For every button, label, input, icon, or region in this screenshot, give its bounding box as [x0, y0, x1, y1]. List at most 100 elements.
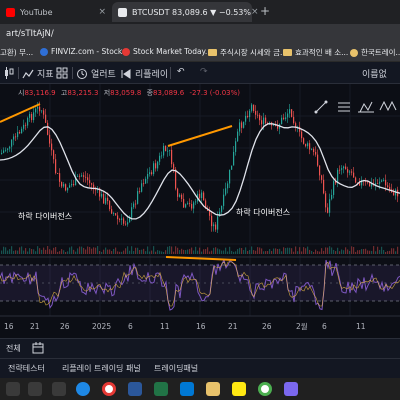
- edge-icon[interactable]: [76, 382, 90, 396]
- taskbar-app-icon[interactable]: [6, 382, 20, 396]
- layout-button[interactable]: [56, 67, 68, 79]
- volume-bar: [85, 249, 87, 254]
- chrome-profile-icon[interactable]: [258, 382, 272, 396]
- alert-button[interactable]: 얼러트: [76, 67, 116, 80]
- annotation-bearish-divergence[interactable]: 하락 다이버전스: [236, 207, 290, 217]
- volume-bar: [287, 247, 289, 254]
- bookmark-item[interactable]: 주식시장 시세와 금...: [208, 47, 287, 58]
- bookmark-item[interactable]: FINVIZ.com - Stock...: [40, 47, 129, 56]
- youtube-icon: [6, 7, 15, 17]
- volume-bar: [141, 249, 143, 254]
- candle: [181, 193, 183, 202]
- tab-replay-trading-panel[interactable]: 리플레이 트레이딩 패널: [62, 363, 141, 374]
- volume-bar: [247, 250, 249, 254]
- volume-bar: [369, 250, 371, 254]
- candle: [153, 161, 155, 177]
- close-icon[interactable]: ×: [98, 7, 106, 17]
- candle: [255, 105, 257, 120]
- candle: [87, 173, 89, 185]
- calendar-icon[interactable]: [32, 342, 44, 356]
- candle: [139, 187, 141, 194]
- horizontal-lines-icon[interactable]: [338, 102, 350, 112]
- volume-bar: [65, 251, 67, 254]
- volume-bar: [219, 249, 221, 254]
- pattern-icon[interactable]: [358, 101, 374, 113]
- candle: [345, 163, 347, 170]
- kakaotalk-icon[interactable]: [232, 382, 246, 396]
- close-icon[interactable]: ×: [251, 7, 259, 17]
- annotation-bearish-divergence[interactable]: 하락 다이버전스: [18, 211, 72, 221]
- candle: [389, 182, 391, 193]
- volume-bar: [263, 251, 265, 254]
- high-value: 83,215.3: [67, 89, 99, 97]
- bookmark-item[interactable]: Stock Market Today...: [122, 47, 212, 56]
- candle: [331, 189, 333, 201]
- candle: [239, 119, 241, 136]
- taskbar-app-icon[interactable]: [52, 382, 66, 396]
- candle: [323, 174, 325, 195]
- volume-bar: [181, 248, 183, 254]
- tab-strategy-tester[interactable]: 전략테스터: [8, 363, 45, 374]
- volume-bar: [101, 251, 103, 254]
- volume-bar: [95, 247, 97, 254]
- candle: [261, 115, 263, 129]
- candle: [185, 203, 187, 209]
- candle: [1, 149, 3, 155]
- volume-bar: [221, 250, 223, 254]
- candle: [191, 199, 193, 211]
- time-axis[interactable]: 16 21 26 2025 6 11 16 21 26 2월 6 11: [4, 321, 366, 331]
- chart-area[interactable]: 하락 다이버전스 하락 다이버전스 16 21 26 2025 6 11 16 21 26 2월 6…: [0, 84, 400, 338]
- mail-icon[interactable]: [180, 382, 194, 396]
- tab-youtube[interactable]: YouTube ×: [0, 2, 112, 22]
- range-all-button[interactable]: 전체: [6, 343, 21, 354]
- indicators-icon: [22, 69, 34, 78]
- time-axis-label: 26: [60, 322, 70, 331]
- tab-btcusdt[interactable]: BTCUSDT 83,089.6 ▼ −0.53% ×: [112, 2, 259, 22]
- volume-bar: [239, 247, 241, 254]
- new-tab-button[interactable]: +: [260, 4, 270, 18]
- volume-bar: [43, 247, 45, 254]
- volume-bar: [345, 247, 347, 254]
- replay-button[interactable]: 리플레이: [120, 67, 168, 80]
- tab-trading-panel[interactable]: 트레이딩패널: [154, 363, 198, 374]
- redo-button[interactable]: ↷: [200, 67, 208, 77]
- candle: [41, 110, 43, 114]
- candle: [57, 172, 59, 174]
- address-bar[interactable]: art/sTItAjN/: [0, 24, 400, 44]
- volume-bar: [197, 250, 199, 254]
- candle: [227, 181, 229, 194]
- trend-line-icon[interactable]: [314, 100, 328, 114]
- indicators-button[interactable]: 지표: [22, 67, 54, 80]
- bookmark-item[interactable]: 고환) 무...: [0, 47, 33, 58]
- candle-style-button[interactable]: [4, 67, 14, 79]
- chrome-icon[interactable]: [102, 382, 116, 396]
- volume-bar: [285, 248, 287, 254]
- bookmark-item[interactable]: 한국트레이...: [350, 47, 400, 58]
- volume-bar: [361, 249, 363, 254]
- volume-bar: [289, 247, 291, 254]
- zigzag-icon[interactable]: [379, 100, 397, 112]
- undo-button[interactable]: ↶: [177, 67, 185, 77]
- volume-bar: [123, 250, 125, 254]
- volume-bar: [167, 246, 169, 254]
- excel-icon[interactable]: [154, 382, 168, 396]
- word-icon[interactable]: [128, 382, 142, 396]
- volume-bar: [395, 251, 397, 254]
- chart-canvas[interactable]: 하락 다이버전스 하락 다이버전스 16 21 26 2025 6 11 16 21 26 2월 6…: [0, 84, 400, 338]
- volume-bar: [13, 250, 15, 254]
- volume-bar: [357, 250, 359, 254]
- candle: [375, 177, 377, 191]
- bookmark-item[interactable]: 효과적인 배 소...: [283, 47, 348, 58]
- finviz-icon: [40, 47, 48, 56]
- volume-bar: [117, 251, 119, 254]
- layout-name-button[interactable]: 이름없: [362, 67, 387, 80]
- candle: [365, 177, 367, 186]
- file-explorer-icon[interactable]: [206, 382, 220, 396]
- volume-bar: [121, 251, 123, 254]
- candle: [47, 120, 49, 136]
- taskbar-app-icon[interactable]: [284, 382, 298, 396]
- volume-bar: [71, 246, 73, 254]
- candle: [259, 113, 261, 126]
- candle: [123, 216, 125, 226]
- taskbar-app-icon[interactable]: [28, 382, 42, 396]
